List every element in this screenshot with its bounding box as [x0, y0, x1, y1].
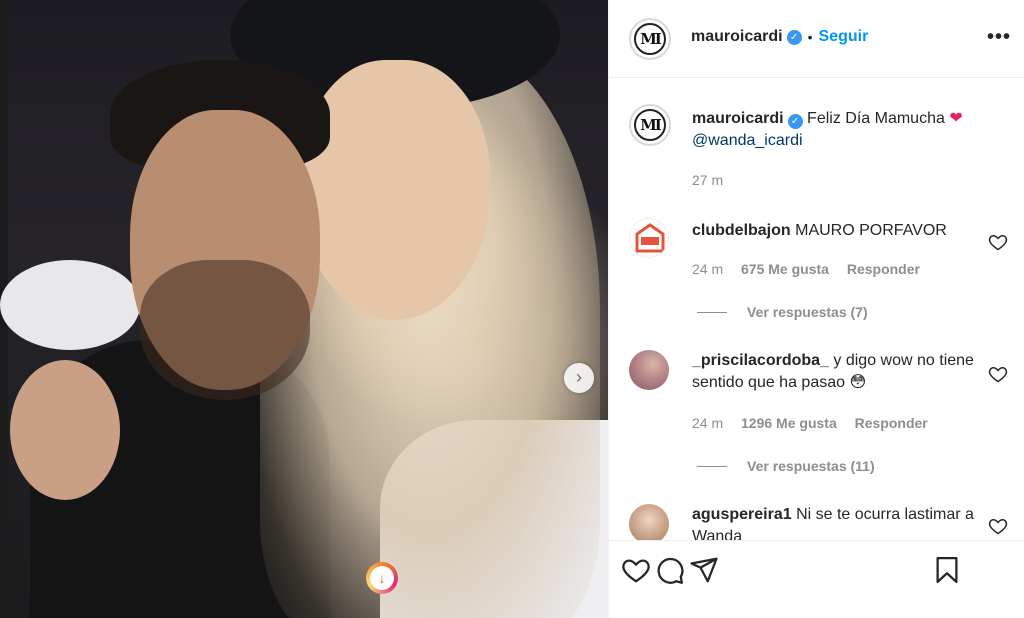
comment-body: MAURO PORFAVOR	[795, 222, 947, 239]
post-side-panel: MI mauroicardi ✓ • Seguir ••• MI mauroic…	[608, 0, 1024, 618]
view-replies-button[interactable]: Ver respuestas (11)	[697, 458, 875, 474]
caption-time[interactable]: 27 m	[692, 172, 723, 188]
caption-username[interactable]: mauroicardi	[692, 110, 784, 127]
commenter-avatar[interactable]	[629, 504, 669, 540]
commenter-avatar[interactable]	[629, 218, 669, 258]
paper-plane-icon[interactable]	[689, 555, 719, 585]
photo-face-woman	[300, 60, 490, 320]
caption-text: mauroicardi ✓ Feliz Día Mamucha ❤ @wanda_…	[692, 108, 995, 152]
header-user: mauroicardi ✓ • Seguir	[691, 28, 868, 46]
view-replies-label: Ver respuestas (7)	[747, 304, 868, 320]
follow-button[interactable]: Seguir	[819, 28, 869, 46]
download-extension-button[interactable]: ↓	[366, 562, 398, 594]
caption-meta: 27 m	[692, 172, 737, 188]
header-separator: •	[807, 29, 813, 45]
caption-mention[interactable]: @wanda_icardi	[692, 132, 803, 149]
comment-time[interactable]: 24 m	[692, 415, 723, 431]
view-replies-label: Ver respuestas (11)	[747, 458, 875, 474]
comment-username[interactable]: _priscilacordoba_	[692, 352, 829, 369]
mi-logo-icon: MI	[634, 109, 666, 141]
club-logo-icon	[635, 223, 665, 253]
author-username[interactable]: mauroicardi	[691, 28, 783, 46]
comment-time[interactable]: 24 m	[692, 261, 723, 277]
post-header: MI mauroicardi ✓ • Seguir •••	[609, 0, 1024, 78]
photo-hand	[10, 360, 120, 500]
caption-avatar[interactable]: MI	[629, 104, 671, 146]
verified-badge-icon: ✓	[787, 114, 803, 129]
replies-divider	[697, 465, 727, 467]
comment-text: aguspereira1 Ni se te ocurra lastimar a …	[692, 504, 981, 540]
reply-button[interactable]: Responder	[847, 261, 920, 277]
heart-icon[interactable]	[621, 555, 651, 585]
commenter-avatar[interactable]	[629, 350, 669, 390]
photo-beard	[140, 260, 310, 400]
comment-meta: 24 m 1296 Me gusta Responder	[692, 415, 942, 431]
view-replies-button[interactable]: Ver respuestas (7)	[697, 304, 868, 320]
download-arrow-icon: ↓	[370, 566, 394, 590]
comment-meta: 24 m 675 Me gusta Responder	[692, 261, 934, 277]
bookmark-icon[interactable]	[932, 555, 962, 585]
comment-text: _priscilacordoba_ y digo wow no tiene se…	[692, 350, 981, 394]
comment-row: aguspereira1 Ni se te ocurra lastimar a …	[609, 504, 1024, 540]
heart-icon[interactable]	[988, 364, 1008, 384]
red-heart-icon: ❤	[949, 110, 963, 127]
comment-icon[interactable]	[655, 555, 685, 585]
photo-arm	[0, 260, 140, 350]
comment-likes[interactable]: 675 Me gusta	[741, 261, 829, 277]
reply-button[interactable]: Responder	[855, 415, 928, 431]
carousel-next-button[interactable]: ›	[564, 363, 594, 393]
post-photo[interactable]: ›	[0, 0, 608, 618]
heart-icon[interactable]	[988, 232, 1008, 252]
comment-username[interactable]: aguspereira1	[692, 506, 792, 523]
comment-username[interactable]: clubdelbajon	[692, 222, 791, 239]
comment-likes[interactable]: 1296 Me gusta	[741, 415, 837, 431]
verified-badge-icon: ✓	[786, 29, 802, 45]
more-options-button[interactable]: •••	[987, 26, 1011, 49]
heart-icon[interactable]	[988, 516, 1008, 536]
replies-divider	[697, 311, 727, 313]
post-action-bar	[609, 540, 1024, 618]
comment-text: clubdelbajon MAURO PORFAVOR	[692, 220, 981, 242]
mi-logo-icon: MI	[634, 23, 666, 55]
author-avatar[interactable]: MI	[629, 18, 671, 60]
caption-body: Feliz Día Mamucha	[807, 110, 945, 127]
